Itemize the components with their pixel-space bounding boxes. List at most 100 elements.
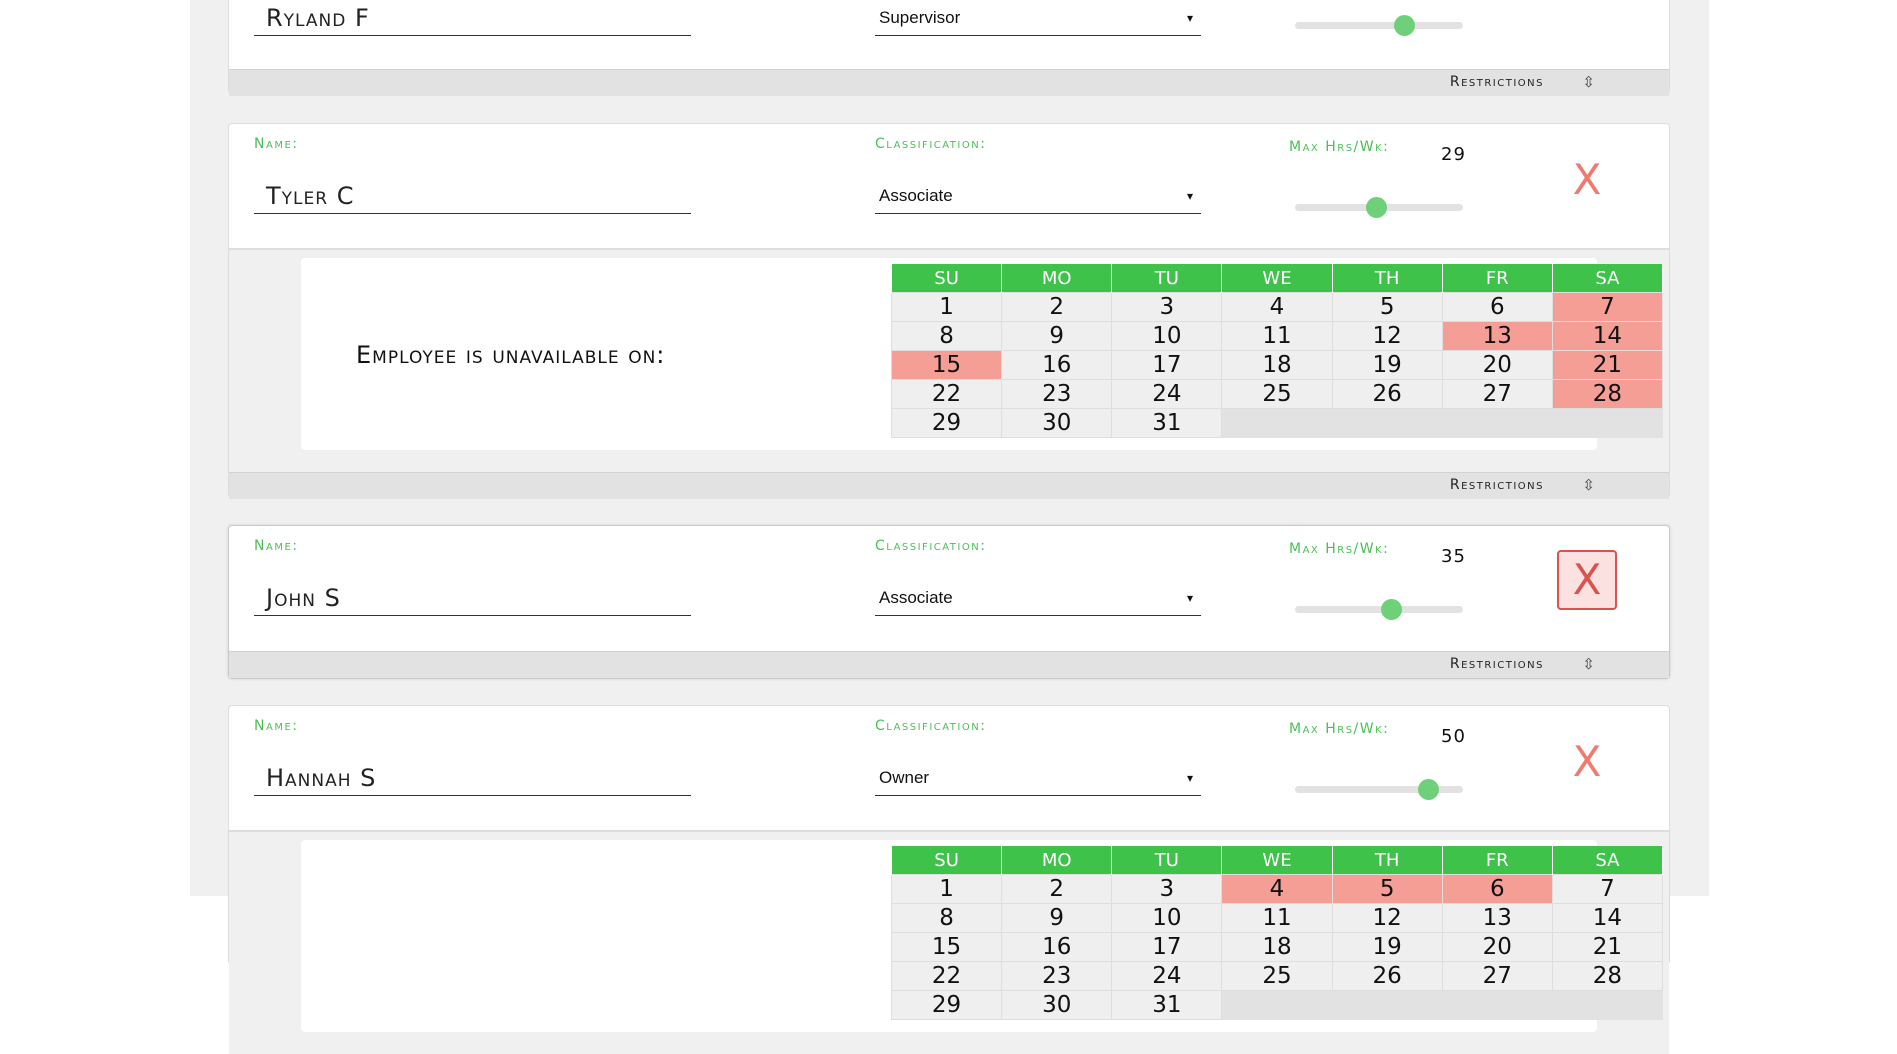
availability-box: SU MO TU WE TH FR SA 1 2 3 4 5 6 7 8 9 10 11 12 13 14 15 16 17 1…	[301, 840, 1664, 1032]
calendar-day-cell[interactable]: 19	[1331, 350, 1443, 380]
calendar-day-cell[interactable]: 18	[1221, 932, 1333, 962]
restrictions-bar[interactable]: Restrictions ⇳	[229, 472, 1669, 499]
calendar-day-cell[interactable]: 27	[1441, 961, 1553, 991]
calendar-day-cell[interactable]: 12	[1331, 903, 1443, 933]
classification-select[interactable]: Associate ▾	[875, 580, 1201, 616]
calendar-day-cell[interactable]: 28	[1551, 379, 1664, 409]
calendar-day-cell[interactable]: 23	[1001, 961, 1113, 991]
calendar-day-cell[interactable]: 13	[1441, 903, 1553, 933]
max-hrs-slider[interactable]	[1295, 197, 1463, 218]
delete-employee-button[interactable]: X	[1557, 0, 1617, 7]
delete-employee-button[interactable]: X	[1557, 150, 1617, 210]
slider-thumb[interactable]	[1380, 599, 1402, 620]
calendar-day-cell[interactable]: 1	[890, 292, 1003, 322]
calendar-day-cell[interactable]: 30	[1001, 990, 1113, 1020]
calendar-day-cell[interactable]: 22	[890, 961, 1003, 991]
calendar-day-cell[interactable]: 30	[1001, 408, 1113, 438]
calendar-day-cell[interactable]: 17	[1111, 932, 1223, 962]
max-hrs-slider[interactable]	[1295, 779, 1463, 800]
calendar-day-header: SU	[890, 846, 1003, 875]
calendar-day-cell[interactable]: 21	[1551, 350, 1664, 380]
calendar-day-cell[interactable]: 1	[890, 874, 1003, 904]
slider-thumb[interactable]	[1365, 197, 1387, 218]
classification-select[interactable]: Associate ▾	[875, 178, 1201, 214]
calendar-day-cell[interactable]: 29	[890, 408, 1003, 438]
classification-select[interactable]: Supervisor ▾	[875, 0, 1201, 36]
calendar-day-cell[interactable]: 14	[1551, 321, 1664, 351]
calendar-day-cell[interactable]: 24	[1111, 961, 1223, 991]
calendar-day-cell[interactable]: 22	[890, 379, 1003, 409]
classification-select[interactable]: Owner ▾	[875, 760, 1201, 796]
calendar-day-cell[interactable]: 31	[1111, 990, 1223, 1020]
calendar-day-cell[interactable]: 29	[890, 990, 1003, 1020]
calendar-day-cell[interactable]: 27	[1441, 379, 1553, 409]
calendar-day-cell[interactable]: 3	[1111, 874, 1223, 904]
calendar-day-cell[interactable]: 26	[1331, 379, 1443, 409]
calendar-day-header: TU	[1111, 264, 1223, 293]
employee-name-input[interactable]: John S	[254, 580, 691, 616]
expand-collapse-icon[interactable]: ⇳	[1582, 73, 1595, 91]
calendar-day-cell[interactable]: 25	[1221, 379, 1333, 409]
calendar-day-header: MO	[1001, 846, 1113, 875]
calendar-day-cell[interactable]: 10	[1111, 321, 1223, 351]
classification-label: Classification:	[875, 538, 987, 554]
calendar-day-cell[interactable]: 26	[1331, 961, 1443, 991]
calendar-day-cell[interactable]: 5	[1331, 292, 1443, 322]
slider-thumb[interactable]	[1394, 15, 1416, 36]
calendar-day-cell[interactable]: 7	[1551, 874, 1664, 904]
max-hrs-slider[interactable]	[1295, 599, 1463, 620]
restrictions-panel: SU MO TU WE TH FR SA 1 2 3 4 5 6 7 8 9 10 11 12 13 14 15 16 17 1…	[229, 830, 1669, 1054]
calendar-day-cell[interactable]: 4	[1221, 874, 1333, 904]
expand-collapse-icon[interactable]: ⇳	[1582, 476, 1595, 494]
calendar-day-cell[interactable]: 25	[1221, 961, 1333, 991]
calendar-day-cell[interactable]: 15	[890, 932, 1003, 962]
restrictions-bar[interactable]: Restrictions ⇳	[229, 651, 1669, 678]
employee-name-input[interactable]: Ryland F	[254, 0, 691, 36]
employee-card: Name: Classification: Max Hrs/Wk: 29 Tyl…	[228, 123, 1670, 499]
calendar-day-cell[interactable]: 9	[1001, 903, 1113, 933]
calendar-day-cell[interactable]: 11	[1221, 903, 1333, 933]
calendar-day-cell[interactable]: 16	[1001, 932, 1113, 962]
calendar-day-cell[interactable]: 10	[1111, 903, 1223, 933]
calendar-day-cell[interactable]: 20	[1441, 932, 1553, 962]
calendar-day-cell[interactable]: 14	[1551, 903, 1664, 933]
calendar-day-cell[interactable]: 2	[1001, 874, 1113, 904]
calendar-day-cell[interactable]: 23	[1001, 379, 1113, 409]
calendar-day-header: SA	[1551, 264, 1664, 293]
calendar-day-cell[interactable]: 3	[1111, 292, 1223, 322]
calendar-day-cell[interactable]: 6	[1441, 292, 1553, 322]
calendar-day-cell[interactable]: 12	[1331, 321, 1443, 351]
calendar-day-cell[interactable]: 31	[1111, 408, 1223, 438]
calendar-day-cell[interactable]: 7	[1551, 292, 1664, 322]
restrictions-bar[interactable]: Restrictions ⇳	[229, 69, 1669, 96]
delete-employee-button[interactable]: X	[1557, 732, 1617, 792]
classification-label: Classification:	[875, 136, 987, 152]
calendar-day-cell[interactable]: 16	[1001, 350, 1113, 380]
calendar-day-cell[interactable]: 19	[1331, 932, 1443, 962]
calendar-day-cell[interactable]: 18	[1221, 350, 1333, 380]
calendar-day-cell[interactable]: 5	[1331, 874, 1443, 904]
max-hrs-slider[interactable]	[1295, 15, 1463, 36]
calendar-day-cell[interactable]: 9	[1001, 321, 1113, 351]
calendar-day-cell[interactable]: 28	[1551, 961, 1664, 991]
calendar-day-cell[interactable]: 4	[1221, 292, 1333, 322]
calendar-day-cell[interactable]: 11	[1221, 321, 1333, 351]
restrictions-label: Restrictions	[1449, 656, 1544, 672]
delete-employee-button[interactable]: X	[1557, 550, 1617, 610]
calendar-day-cell[interactable]: 8	[890, 903, 1003, 933]
calendar-day-cell[interactable]: 17	[1111, 350, 1223, 380]
calendar-day-cell[interactable]: 21	[1551, 932, 1664, 962]
calendar-day-cell[interactable]: 13	[1441, 321, 1553, 351]
expand-collapse-icon[interactable]: ⇳	[1582, 655, 1595, 673]
calendar-day-cell[interactable]: 20	[1441, 350, 1553, 380]
calendar-day-cell[interactable]: 15	[890, 350, 1003, 380]
employee-name-input[interactable]: Tyler C	[254, 178, 691, 214]
slider-thumb[interactable]	[1417, 779, 1439, 800]
calendar-day-cell[interactable]: 8	[890, 321, 1003, 351]
calendar-day-cell[interactable]: 2	[1001, 292, 1113, 322]
calendar-day-cell[interactable]: 24	[1111, 379, 1223, 409]
calendar-day-header: FR	[1441, 846, 1553, 875]
employee-name-input[interactable]: Hannah S	[254, 760, 691, 796]
calendar-day-cell[interactable]: 6	[1441, 874, 1553, 904]
calendar-day-header: SU	[890, 264, 1003, 293]
